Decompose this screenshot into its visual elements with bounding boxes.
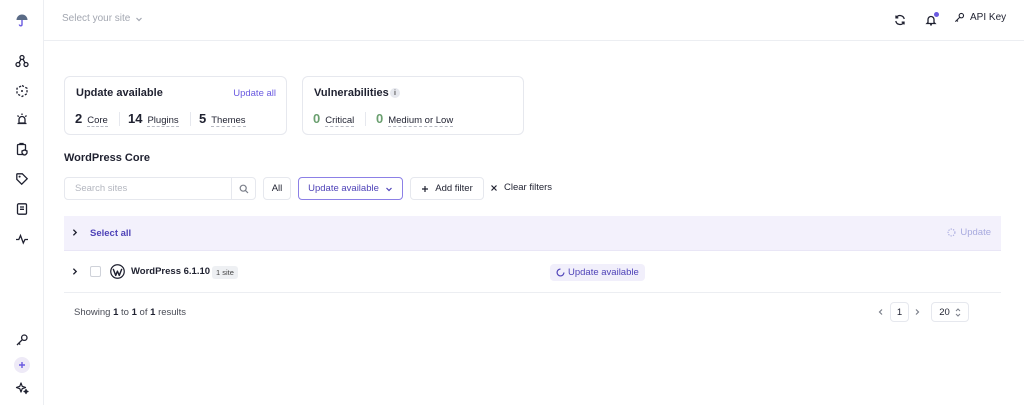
divider	[190, 112, 191, 126]
stat-medium-low[interactable]: 0 Medium or Low	[376, 111, 454, 127]
sites-network-icon[interactable]	[12, 51, 32, 71]
update-card-title: Update available	[76, 87, 163, 99]
topbar: Select your site API Key	[44, 0, 1024, 41]
tag-icon[interactable]	[12, 169, 32, 189]
loading-icon	[556, 268, 565, 277]
info-icon[interactable]: i	[390, 88, 400, 98]
stat-plugins[interactable]: 14 Plugins	[128, 111, 179, 127]
select-all-button[interactable]: Select all	[90, 228, 131, 239]
showing-to-word: to	[121, 307, 129, 318]
chevron-down-icon	[385, 187, 392, 191]
results-summary: Showing 1 to 1 of 1 results	[74, 307, 186, 318]
next-page-button[interactable]	[910, 302, 924, 322]
wordpress-logo-icon	[110, 264, 125, 279]
chevron-right-icon	[915, 309, 920, 315]
page-number-input[interactable]: 1	[890, 302, 909, 322]
search-button[interactable]	[231, 178, 255, 199]
showing-of-word: of	[139, 307, 148, 318]
select-all-row: Select all Update	[64, 216, 1001, 251]
row-name[interactable]: WordPress 6.1.10	[131, 266, 210, 277]
table-row: WordPress 6.1.10 1 site Update available	[64, 252, 1001, 293]
api-key-button[interactable]: API Key	[954, 12, 1006, 23]
chevron-left-icon	[878, 309, 883, 315]
search-input[interactable]	[65, 178, 232, 199]
section-title: WordPress Core	[64, 152, 150, 164]
refresh-icon[interactable]	[891, 11, 909, 29]
divider	[365, 112, 366, 126]
filter-update-available-dropdown[interactable]: Update available	[298, 177, 403, 200]
stat-plugins-label: Plugins	[147, 115, 179, 127]
loading-icon	[947, 228, 956, 237]
vulnerabilities-card-title: Vulnerabilities	[314, 87, 389, 99]
chevron-right-icon[interactable]	[70, 267, 79, 276]
stat-medium-low-value: 0	[376, 111, 384, 126]
sidebar	[0, 0, 44, 405]
search-box	[64, 177, 256, 200]
add-filter-label: Add filter	[435, 183, 473, 194]
sparkle-icon[interactable]	[12, 378, 32, 398]
search-icon	[239, 184, 249, 193]
notification-dot	[934, 12, 939, 17]
showing-total: 1	[150, 307, 156, 318]
stat-critical-label: Critical	[325, 115, 355, 127]
umbrella-logo-icon[interactable]	[12, 10, 32, 30]
showing-to: 1	[131, 307, 137, 318]
key-icon[interactable]	[12, 330, 32, 350]
row-checkbox[interactable]	[90, 266, 101, 277]
bug-icon[interactable]	[12, 109, 32, 129]
activity-icon[interactable]	[12, 229, 32, 249]
status-label: Update available	[568, 267, 639, 278]
divider	[119, 112, 120, 126]
chevron-updown-icon	[955, 307, 961, 317]
plus-icon[interactable]	[14, 357, 30, 373]
book-icon[interactable]	[12, 199, 32, 219]
bulk-update-label: Update	[960, 227, 991, 238]
key-icon	[954, 12, 965, 23]
showing-suffix: results	[158, 307, 187, 318]
stat-critical[interactable]: 0 Critical	[313, 111, 355, 127]
prev-page-button[interactable]	[874, 302, 888, 322]
stat-core-value: 2	[75, 111, 83, 126]
close-icon	[491, 184, 497, 191]
update-all-link[interactable]: Update all	[233, 88, 276, 99]
showing-from: 1	[113, 307, 119, 318]
site-count-badge: 1 site	[212, 266, 238, 279]
status-badge[interactable]: Update available	[550, 264, 645, 281]
filter-all-button[interactable]: All	[263, 177, 291, 200]
stat-themes[interactable]: 5 Themes	[199, 111, 246, 127]
chevron-right-icon[interactable]	[70, 228, 79, 237]
vulnerabilities-card: Vulnerabilities i 0 Critical 0 Medium or…	[302, 76, 524, 135]
cube-icon[interactable]	[12, 81, 32, 101]
api-key-label: API Key	[970, 12, 1007, 23]
stat-critical-value: 0	[313, 111, 321, 126]
stat-themes-value: 5	[199, 111, 207, 126]
stat-themes-label: Themes	[211, 115, 246, 127]
add-filter-button[interactable]: Add filter	[410, 177, 484, 200]
update-available-card: Update available Update all 2 Core 14 Pl…	[64, 76, 287, 135]
showing-prefix: Showing	[74, 307, 111, 318]
per-page-select[interactable]: 20	[931, 302, 969, 322]
stat-core[interactable]: 2 Core	[75, 111, 108, 127]
site-select-label: Select your site	[62, 13, 131, 24]
clear-filters-label: Clear filters	[504, 182, 553, 193]
chevron-down-icon	[136, 17, 143, 21]
filter-update-available-label: Update available	[308, 183, 379, 194]
clear-filters-button[interactable]: Clear filters	[490, 182, 552, 193]
stat-medium-low-label: Medium or Low	[388, 115, 454, 127]
site-select[interactable]: Select your site	[62, 13, 143, 24]
per-page-value: 20	[939, 306, 950, 318]
plus-icon	[422, 185, 429, 192]
stat-plugins-value: 14	[128, 111, 143, 126]
clipboard-shield-icon[interactable]	[12, 139, 32, 159]
bell-icon[interactable]	[922, 11, 940, 29]
stat-core-label: Core	[87, 115, 108, 127]
bulk-update-button[interactable]: Update	[947, 227, 991, 238]
